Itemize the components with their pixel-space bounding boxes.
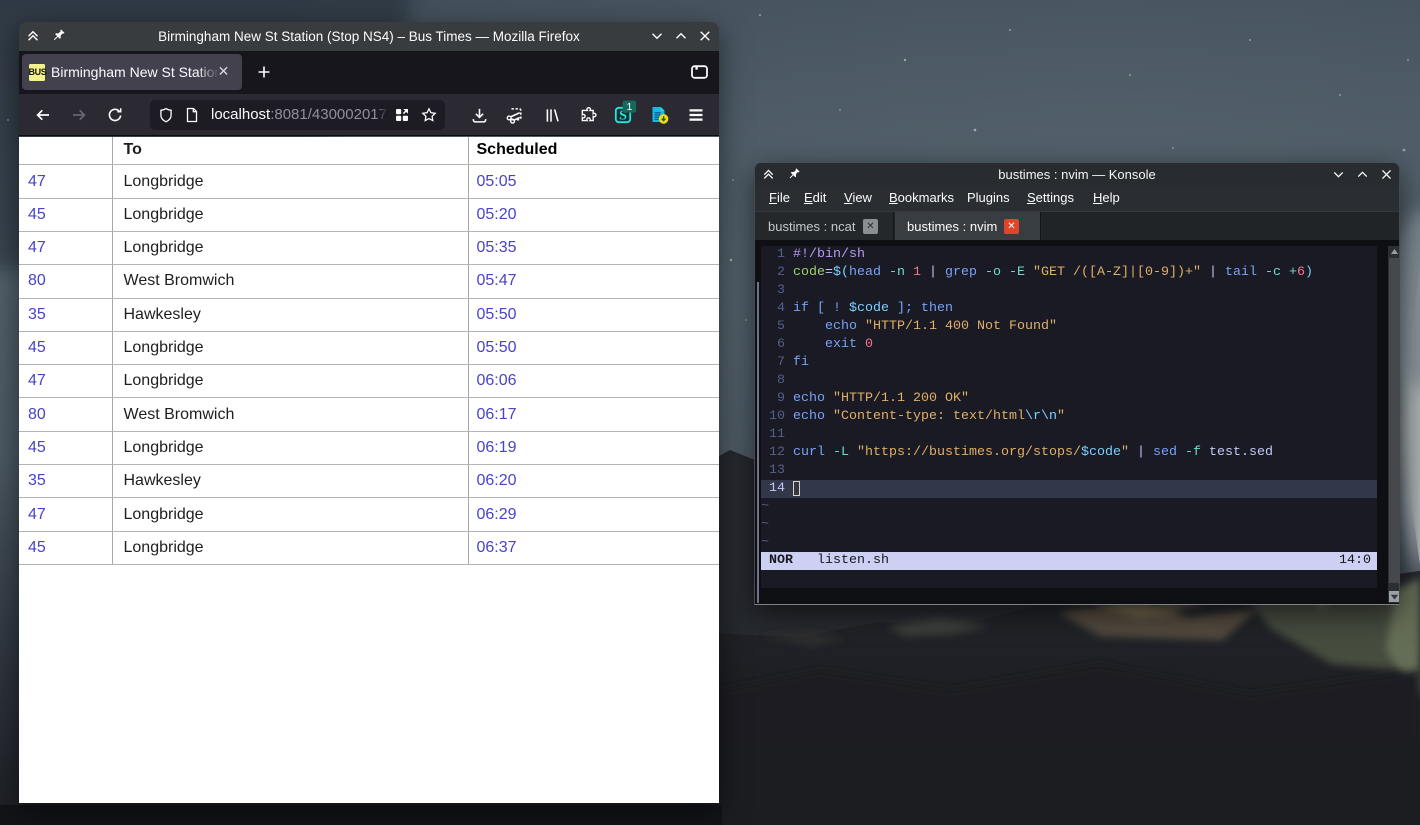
svg-text:1: 1 bbox=[626, 101, 632, 113]
